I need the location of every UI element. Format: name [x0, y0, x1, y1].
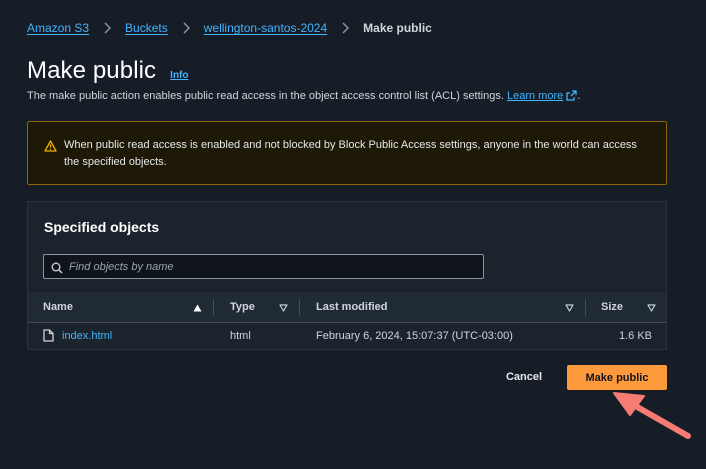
- table-row: index.html html February 6, 2024, 15:07:…: [28, 323, 666, 350]
- breadcrumb-item-buckets[interactable]: Buckets: [125, 21, 168, 35]
- sort-descending-icon[interactable]: [565, 303, 574, 315]
- chevron-right-icon: [179, 21, 193, 35]
- external-link-icon: [566, 90, 577, 104]
- sort-ascending-icon[interactable]: [193, 303, 202, 315]
- warning-text: When public read access is enabled and n…: [64, 139, 637, 168]
- object-last-modified: February 6, 2024, 15:07:37 (UTC-03:00): [316, 330, 513, 342]
- specified-objects-panel: Specified objects Name Type Last modifie…: [27, 201, 667, 350]
- column-size-label: Size: [601, 301, 624, 313]
- description-suffix: .: [577, 90, 581, 102]
- sort-descending-icon[interactable]: [647, 303, 656, 315]
- table-header: Name Type Last modified Size: [28, 292, 666, 323]
- page-header: Make public Info: [27, 57, 189, 85]
- arrow-pointer-icon: [610, 390, 694, 447]
- column-header-last-modified[interactable]: Last modified: [300, 292, 586, 323]
- breadcrumb-item-bucket[interactable]: wellington-santos-2024: [204, 21, 327, 35]
- learn-more-label: Learn more: [506, 90, 564, 102]
- search-icon: [51, 261, 63, 279]
- page-title: Make public: [27, 57, 157, 84]
- page-description: The make public action enables public re…: [27, 90, 580, 104]
- warning-alert: When public read access is enabled and n…: [27, 121, 667, 185]
- column-header-type[interactable]: Type: [214, 292, 300, 323]
- object-name-link[interactable]: index.html: [62, 330, 112, 342]
- warning-icon: [44, 139, 57, 157]
- info-link[interactable]: Info: [170, 70, 188, 81]
- search-box: [43, 254, 484, 279]
- file-icon: [43, 329, 54, 345]
- cancel-button[interactable]: Cancel: [497, 366, 551, 388]
- sort-descending-icon[interactable]: [279, 303, 288, 315]
- object-size: 1.6 KB: [619, 330, 653, 342]
- breadcrumb-item-amazon-s3[interactable]: Amazon S3: [27, 21, 89, 35]
- chevron-right-icon: [338, 21, 352, 35]
- breadcrumb-current: Make public: [363, 21, 432, 35]
- column-last-modified-label: Last modified: [316, 301, 388, 313]
- column-type-label: Type: [230, 301, 255, 313]
- column-header-size[interactable]: Size: [586, 292, 666, 323]
- learn-more-link[interactable]: Learn more: [507, 90, 577, 102]
- search-input[interactable]: [69, 255, 469, 278]
- column-name-label: Name: [43, 301, 73, 313]
- chevron-right-icon: [100, 21, 114, 35]
- object-type: html: [230, 330, 251, 342]
- panel-title: Specified objects: [44, 219, 160, 235]
- breadcrumb: Amazon S3 Buckets wellington-santos-2024…: [27, 20, 432, 36]
- column-header-name[interactable]: Name: [28, 292, 214, 323]
- make-public-button[interactable]: Make public: [567, 365, 667, 390]
- description-text: The make public action enables public re…: [27, 90, 504, 102]
